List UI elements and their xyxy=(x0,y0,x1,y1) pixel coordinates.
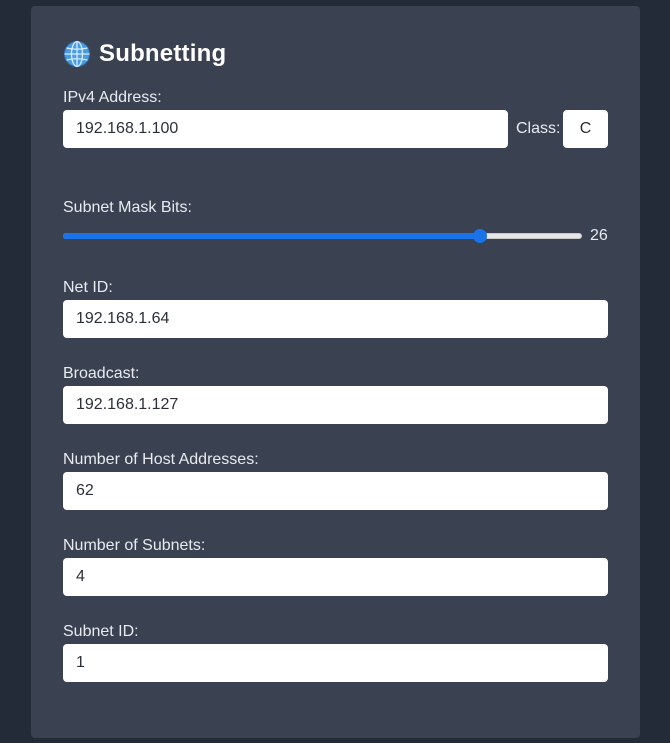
class-value: C xyxy=(563,110,608,148)
net-id-label: Net ID: xyxy=(63,279,113,296)
subnet-id-label: Subnet ID: xyxy=(63,623,139,640)
broadcast-label: Broadcast: xyxy=(63,365,140,382)
subnet-mask-value: 26 xyxy=(590,227,608,244)
globe-icon xyxy=(64,40,90,68)
host-count-label: Number of Host Addresses: xyxy=(63,451,259,468)
ipv4-label: IPv4 Address: xyxy=(63,89,162,106)
slider-fill xyxy=(63,233,481,239)
subnet-mask-slider[interactable] xyxy=(63,229,582,243)
subnet-count-label: Number of Subnets: xyxy=(63,537,206,554)
host-count-field[interactable] xyxy=(63,472,608,510)
ipv4-input[interactable] xyxy=(63,110,508,148)
subnet-mask-label: Subnet Mask Bits: xyxy=(63,199,192,216)
panel-title-text: Subnetting xyxy=(99,40,227,67)
panel-title: Subnetting xyxy=(63,38,226,70)
net-id-field[interactable] xyxy=(63,300,608,338)
class-label: Class: xyxy=(516,120,561,137)
slider-thumb[interactable] xyxy=(473,229,488,243)
subnet-id-field[interactable] xyxy=(63,644,608,682)
subnet-count-field[interactable] xyxy=(63,558,608,596)
subnetting-panel: Subnetting IPv4 Address: Class: C Subnet… xyxy=(31,6,640,738)
broadcast-field[interactable] xyxy=(63,386,608,424)
